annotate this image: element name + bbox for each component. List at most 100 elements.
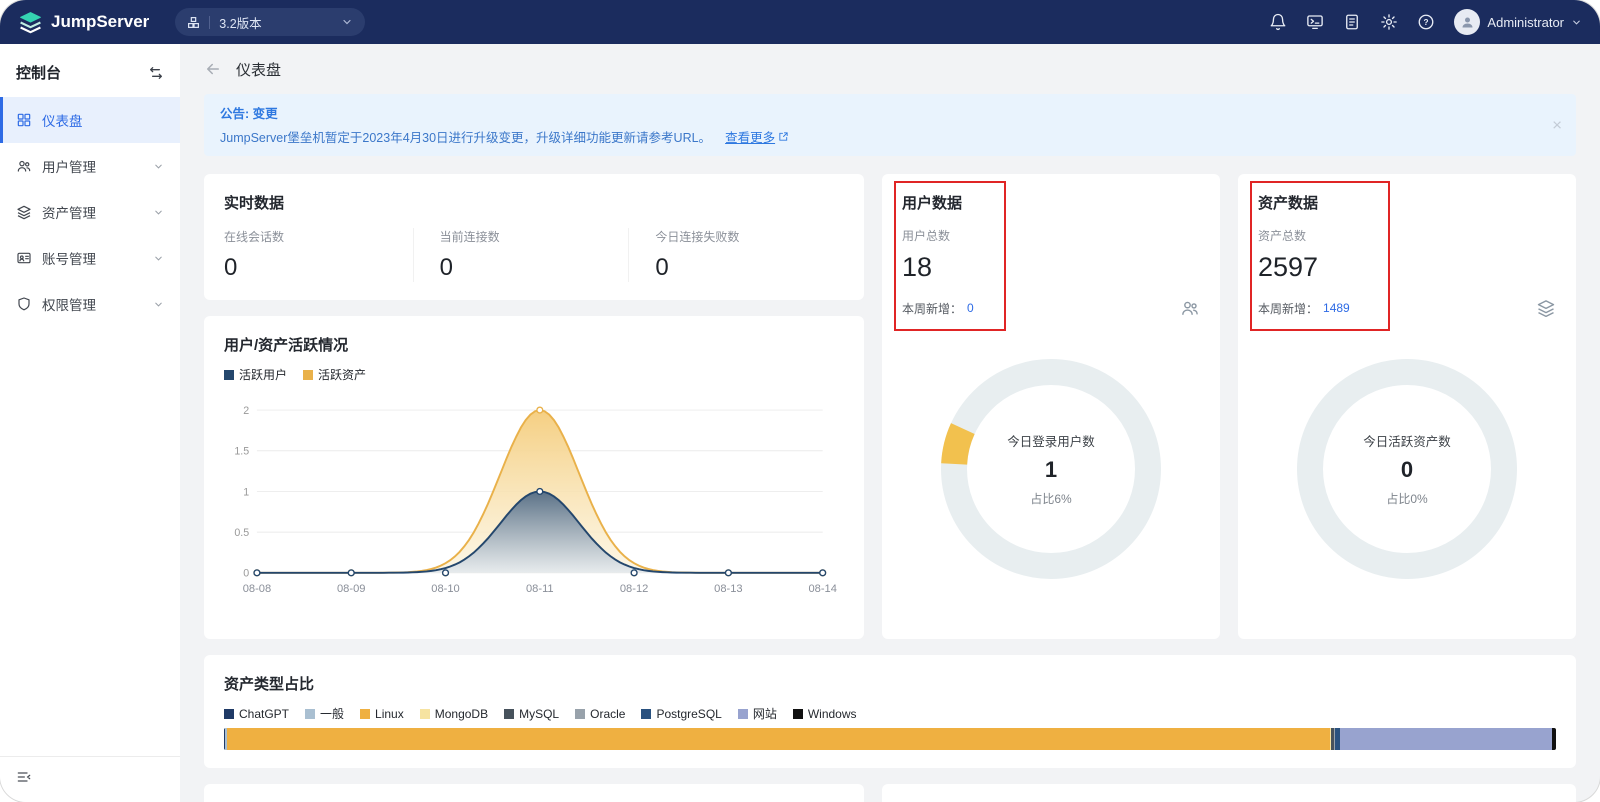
asset-types-stacked-bar[interactable] [224,728,1556,750]
topbar-actions: ? Administrator [1269,9,1582,35]
total-value: 18 [902,252,1200,283]
activity-chart-card: 用户/资产活跃情况 活跃用户活跃资产 00.511.5208-0808-0908… [204,316,864,639]
user-menu[interactable]: Administrator [1454,9,1582,35]
donut-value: 1 [1045,457,1057,483]
bottom-card-right [882,784,1576,802]
legend-item[interactable]: 网站 [738,705,777,722]
donut-ratio: 占比0% [1386,490,1427,507]
bar-segment[interactable] [1340,728,1552,750]
svg-text:08-12: 08-12 [620,583,648,595]
legend-item[interactable]: PostgreSQL [641,707,721,721]
card-title: 实时数据 [224,192,844,213]
svg-text:1.5: 1.5 [234,446,249,458]
total-value: 2597 [1258,252,1556,283]
bar-segment[interactable] [227,728,1330,750]
svg-text:08-08: 08-08 [243,583,271,595]
donut-label: 今日活跃资产数 [1363,431,1451,450]
card-title: 用户数据 [902,192,1200,213]
legend-item[interactable]: Oracle [575,707,625,721]
brand[interactable]: JumpServer [18,10,149,35]
sidebar-item-dashboard[interactable]: 仪表盘 [0,97,180,143]
sidebar-item-label: 仪表盘 [42,110,83,130]
legend-item[interactable]: 一般 [305,705,344,722]
sidebar-item-assets[interactable]: 资产管理 [0,189,180,235]
donut-label: 今日登录用户数 [1007,431,1095,450]
donut-value: 0 [1401,457,1413,483]
user-name: Administrator [1487,15,1564,30]
sidebar-item-label: 用户管理 [42,156,96,176]
user-login-donut[interactable]: 今日登录用户数 1 占比6% [936,354,1166,584]
brand-name: JumpServer [51,12,149,32]
svg-text:08-13: 08-13 [714,583,742,595]
back-arrow-icon[interactable] [204,60,222,78]
terminal-icon[interactable] [1306,13,1324,31]
jumpserver-app: JumpServer 3.2版本 [0,0,1600,802]
legend-item[interactable]: MongoDB [420,707,488,721]
week-new-value: 1489 [1323,301,1350,315]
sidebar-item-users[interactable]: 用户管理 [0,143,180,189]
layers-icon [1536,298,1556,318]
svg-text:2: 2 [243,405,249,417]
users-icon [1180,298,1200,318]
asset-active-donut[interactable]: 今日活跃资产数 0 占比0% [1292,354,1522,584]
close-icon[interactable]: × [1552,117,1562,134]
docs-icon[interactable] [1343,13,1361,31]
asset-types-card: 资产类型占比 ChatGPT一般LinuxMongoDBMySQLOracleP… [204,655,1576,768]
version-label: 3.2版本 [219,13,261,32]
chevron-down-icon [341,16,353,28]
avatar [1454,9,1480,35]
notification-bell-icon[interactable] [1269,13,1287,31]
users-icon [16,158,32,174]
sidebar: 控制台 仪表盘 用户管理 资产管理 [0,44,180,802]
layers-icon [16,204,32,220]
svg-text:1: 1 [243,486,249,498]
chevron-down-icon [1571,17,1582,28]
asset-types-legend: ChatGPT 一般 Linux MongoDB MySQL Oracle PostgreS… [224,705,1556,722]
page-title: 仪表盘 [236,59,281,80]
id-card-icon [16,250,32,266]
total-label: 用户总数 [902,227,1200,244]
sidebar-item-accounts[interactable]: 账号管理 [0,235,180,281]
announcement-message: JumpServer堡垒机暂定于2023年4月30日进行升级变更，升级详细功能更… [220,127,711,146]
legend-item[interactable]: Windows [793,707,857,721]
asset-data-card: 资产数据 资产总数 2597 本周新增： 1489 今日活跃资产数 [1238,174,1576,639]
svg-text:08-14: 08-14 [808,583,836,595]
dashboard-icon [16,112,32,128]
legend-item[interactable]: Linux [360,707,404,721]
chevron-down-icon [153,299,164,310]
total-label: 资产总数 [1258,227,1556,244]
stat-online-sessions: 在线会话数 0 [224,228,413,282]
legend-item[interactable]: 活跃资产 [303,366,366,383]
chevron-down-icon [153,253,164,264]
announcement-banner: 公告: 变更 JumpServer堡垒机暂定于2023年4月30日进行升级变更，… [204,94,1576,156]
sidebar-item-label: 账号管理 [42,248,96,268]
svg-text:?: ? [1424,18,1429,27]
topbar: JumpServer 3.2版本 [0,0,1600,44]
svg-text:08-10: 08-10 [431,583,459,595]
week-new-value: 0 [967,301,974,315]
switch-view-icon[interactable] [148,65,164,81]
divider [209,16,210,29]
card-title: 用户/资产活跃情况 [224,334,844,355]
activity-area-chart[interactable]: 00.511.5208-0808-0908-1008-1108-1208-130… [224,389,844,621]
svg-text:08-11: 08-11 [526,583,554,595]
legend-item[interactable]: ChatGPT [224,707,289,721]
announcement-label: 公告: 变更 [220,103,1560,122]
sidebar-title: 控制台 [16,62,61,83]
settings-gear-icon[interactable] [1380,13,1398,31]
external-link-icon [778,131,789,142]
week-new-label: 本周新增： [1258,300,1318,317]
svg-text:0: 0 [243,568,249,580]
user-data-card: 用户数据 用户总数 18 本周新增： 0 今日登录用户数 [882,174,1220,639]
svg-text:08-09: 08-09 [337,583,365,595]
sidebar-item-label: 资产管理 [42,202,96,222]
version-selector[interactable]: 3.2版本 [175,8,365,36]
legend-item[interactable]: MySQL [504,707,559,721]
collapse-sidebar-icon[interactable] [16,769,32,785]
legend-item[interactable]: 活跃用户 [224,366,287,383]
announcement-more-link[interactable]: 查看更多 [725,127,789,146]
sidebar-item-permissions[interactable]: 权限管理 [0,281,180,327]
card-title: 资产数据 [1258,192,1556,213]
help-icon[interactable]: ? [1417,13,1435,31]
bar-segment[interactable] [1552,728,1556,750]
